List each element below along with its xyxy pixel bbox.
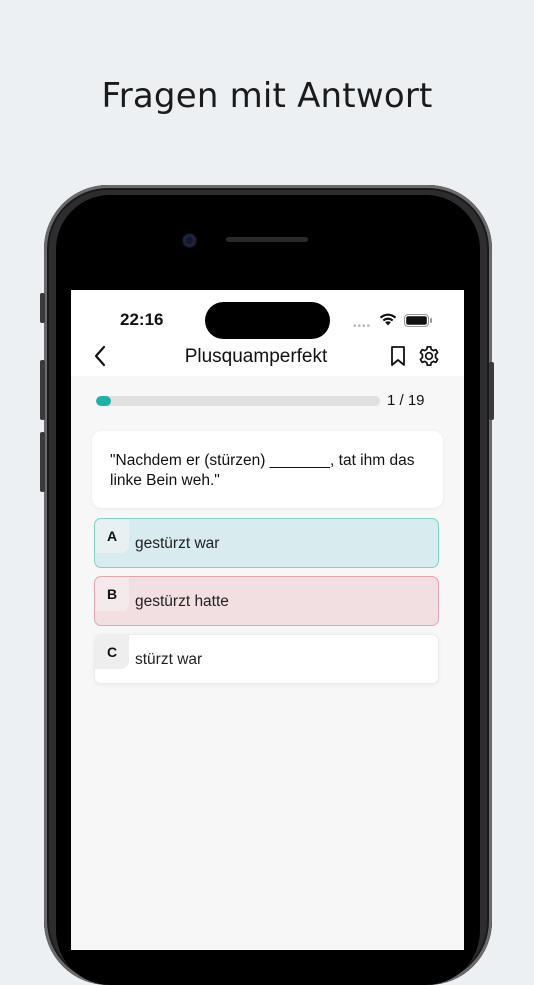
phone-side-button [40,293,45,323]
wifi-icon [378,312,398,331]
navigation-bar: Plusquamperfekt [71,340,464,376]
answer-letter: C [95,635,129,669]
promo-title: Fragen mit Antwort [101,76,433,116]
answer-text: stürzt war [135,651,203,668]
phone-power-button [489,362,494,420]
question-card: "Nachdem er (stürzen) _______, tat ihm d… [92,431,443,508]
progress-bar [96,396,380,406]
answer-letter: A [95,519,129,553]
camera-icon [183,234,196,247]
app-screen: 22:16 •••• Plusquamperfekt 1 / 19 "Nachd… [71,290,464,950]
status-time: 22:16 [120,310,164,329]
answer-letter: B [95,577,129,611]
page-title: Plusquamperfekt [184,346,328,367]
phone-volume-up [40,360,45,420]
question-text: "Nachdem er (stürzen) _______, tat ihm d… [110,452,415,489]
signal-icon: •••• [353,321,372,332]
speaker-grille [226,237,308,242]
answer-text: gestürzt war [135,535,220,552]
answer-option-b[interactable]: B gestürzt hatte [94,576,439,626]
progress-fill [96,396,112,406]
answer-text: gestürzt hatte [135,593,229,610]
dynamic-island [205,302,330,339]
progress-label: 1 / 19 [387,392,425,409]
answer-option-c[interactable]: C stürzt war [94,634,439,684]
battery-icon [404,314,433,332]
answer-option-a[interactable]: A gestürzt war [94,518,439,568]
bookmark-icon[interactable] [389,345,407,372]
phone-volume-down [40,432,45,492]
gear-icon[interactable] [418,345,440,372]
